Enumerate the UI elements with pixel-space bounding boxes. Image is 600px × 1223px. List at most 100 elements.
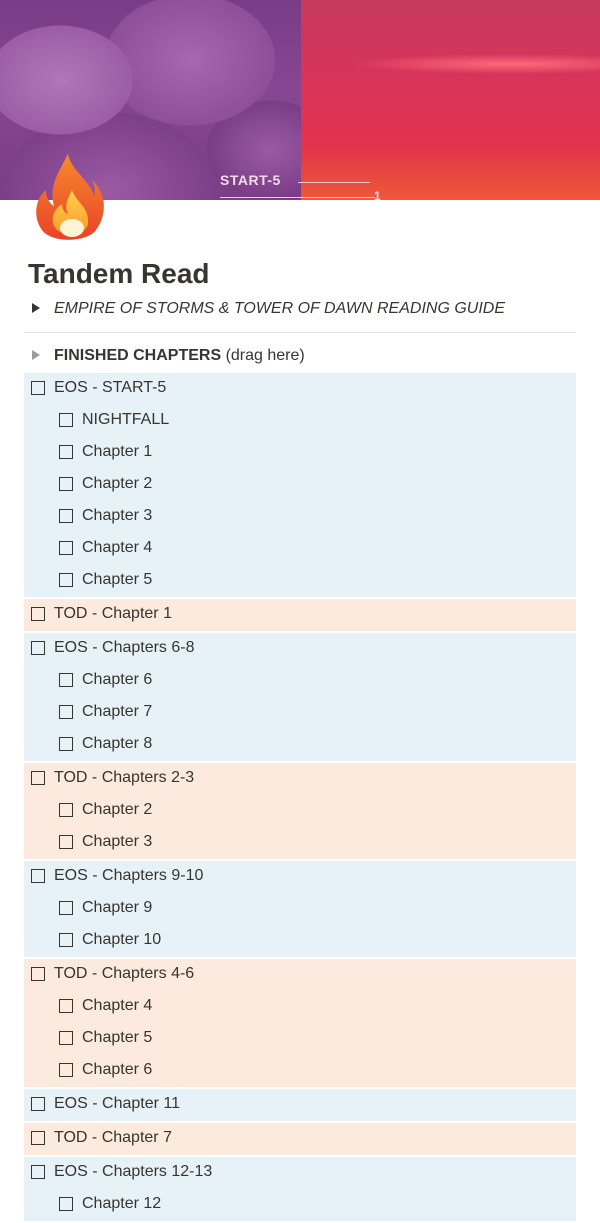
tod-reading-block: TOD - Chapters 4-6 Chapter 4 Chapter 5 Chap… <box>24 959 576 1087</box>
chapter-todo-item: Chapter 3 <box>24 827 576 859</box>
eos-reading-block: EOS - Chapters 12-13 Chapter 12 <box>24 1157 576 1221</box>
group-todo-item: EOS - Chapters 6-8 <box>24 633 576 665</box>
group-todo-item: EOS - START-5 <box>24 373 576 405</box>
group-title[interactable]: EOS - Chapters 12-13 <box>54 1157 212 1187</box>
group-todo-item: TOD - Chapters 2-3 <box>24 763 576 795</box>
group-todo-item: EOS - Chapters 12-13 <box>24 1157 576 1189</box>
checkbox[interactable] <box>59 835 73 849</box>
chapter-label[interactable]: NIGHTFALL <box>82 405 169 435</box>
cover-number: 1 <box>374 189 381 200</box>
group-title[interactable]: EOS - Chapter 11 <box>54 1089 180 1119</box>
checkbox[interactable] <box>31 869 45 883</box>
chapter-todo-item: Chapter 12 <box>24 1189 576 1221</box>
toggle-label: EMPIRE OF STORMS & TOWER OF DAWN READING… <box>54 300 506 317</box>
eos-reading-block: EOS - Chapters 6-8 Chapter 6 Chapter 7 Chap… <box>24 633 576 761</box>
chapter-todo-item: Chapter 2 <box>24 469 576 501</box>
checkbox[interactable] <box>59 705 73 719</box>
checkbox[interactable] <box>59 477 73 491</box>
group-title[interactable]: TOD - Chapter 1 <box>54 599 172 629</box>
tod-reading-block: TOD - Chapters 2-3 Chapter 2 Chapter 3 <box>24 763 576 859</box>
checkbox[interactable] <box>31 381 45 395</box>
chapter-todo-item: Chapter 6 <box>24 1055 576 1087</box>
eos-reading-block: EOS - Chapters 9-10 Chapter 9 Chapter 10 <box>24 861 576 957</box>
checkbox[interactable] <box>59 413 73 427</box>
checkbox[interactable] <box>59 445 73 459</box>
checkbox[interactable] <box>59 737 73 751</box>
checkbox[interactable] <box>59 673 73 687</box>
chapter-todo-item: Chapter 7 <box>24 697 576 729</box>
checkbox[interactable] <box>59 803 73 817</box>
checkbox[interactable] <box>31 641 45 655</box>
chapter-label[interactable]: Chapter 3 <box>82 501 152 531</box>
reading-guide-toggle[interactable]: EMPIRE OF STORMS & TOWER OF DAWN READING… <box>24 295 576 323</box>
finished-chapters-toggle[interactable]: FINISHED CHAPTERS (drag here) <box>24 342 576 370</box>
group-title[interactable]: EOS - Chapters 6-8 <box>54 633 195 663</box>
chapter-label[interactable]: Chapter 12 <box>82 1189 161 1219</box>
group-todo-item: TOD - Chapter 1 <box>24 599 576 631</box>
chapter-todo-item: Chapter 2 <box>24 795 576 827</box>
group-todo-item: EOS - Chapter 11 <box>24 1089 576 1121</box>
checkbox[interactable] <box>59 573 73 587</box>
tod-reading-block: TOD - Chapter 7 <box>24 1123 576 1155</box>
chapter-label[interactable]: Chapter 9 <box>82 893 152 923</box>
cover-rule <box>220 197 375 198</box>
finished-label-hint: (drag here) <box>221 347 305 364</box>
eos-reading-block: EOS - Chapter 11 <box>24 1089 576 1121</box>
cover-caption: START-5 <box>220 172 281 188</box>
chapter-label[interactable]: Chapter 5 <box>82 565 152 595</box>
chapter-todo-item: Chapter 6 <box>24 665 576 697</box>
finished-label-bold: FINISHED CHAPTERS <box>54 347 222 364</box>
chapter-todo-item: NIGHTFALL <box>24 405 576 437</box>
group-title[interactable]: EOS - Chapters 9-10 <box>54 861 203 891</box>
chapter-label[interactable]: Chapter 2 <box>82 795 152 825</box>
chapter-todo-item: Chapter 4 <box>24 533 576 565</box>
chapter-label[interactable]: Chapter 8 <box>82 729 152 759</box>
divider <box>24 332 576 333</box>
eos-reading-block: EOS - START-5 NIGHTFALL Chapter 1 Chapter 2… <box>24 373 576 597</box>
chapter-todo-item: Chapter 5 <box>24 565 576 597</box>
group-title[interactable]: EOS - START-5 <box>54 373 166 403</box>
chapter-todo-item: Chapter 10 <box>24 925 576 957</box>
chapter-label[interactable]: Chapter 1 <box>82 437 152 467</box>
checkbox[interactable] <box>31 1165 45 1179</box>
checkbox[interactable] <box>59 999 73 1013</box>
chapter-todo-item: Chapter 9 <box>24 893 576 925</box>
chapter-label[interactable]: Chapter 3 <box>82 827 152 857</box>
checkbox[interactable] <box>31 1097 45 1111</box>
group-todo-item: EOS - Chapters 9-10 <box>24 861 576 893</box>
checkbox[interactable] <box>59 1197 73 1211</box>
checkbox[interactable] <box>59 1031 73 1045</box>
checkbox[interactable] <box>59 933 73 947</box>
toggle-arrow-icon[interactable] <box>32 350 40 360</box>
chapter-todo-item: Chapter 1 <box>24 437 576 469</box>
chapter-label[interactable]: Chapter 10 <box>82 925 161 955</box>
chapter-label[interactable]: Chapter 5 <box>82 1023 152 1053</box>
checkbox[interactable] <box>31 607 45 621</box>
chapter-label[interactable]: Chapter 6 <box>82 1055 152 1085</box>
chapter-label[interactable]: Chapter 4 <box>82 991 152 1021</box>
page-title[interactable]: Tandem Read <box>28 256 210 292</box>
checkbox[interactable] <box>31 771 45 785</box>
group-todo-item: TOD - Chapter 7 <box>24 1123 576 1155</box>
chapter-checklist: EOS - START-5 NIGHTFALL Chapter 1 Chapter 2… <box>24 373 576 1223</box>
group-title[interactable]: TOD - Chapters 4-6 <box>54 959 194 989</box>
fire-emoji-icon[interactable] <box>30 150 112 246</box>
chapter-label[interactable]: Chapter 7 <box>82 697 152 727</box>
group-title[interactable]: TOD - Chapters 2-3 <box>54 763 194 793</box>
cover-right-art <box>301 0 600 200</box>
chapter-todo-item: Chapter 3 <box>24 501 576 533</box>
chapter-label[interactable]: Chapter 4 <box>82 533 152 563</box>
checkbox[interactable] <box>31 967 45 981</box>
chapter-label[interactable]: Chapter 6 <box>82 665 152 695</box>
chapter-todo-item: Chapter 5 <box>24 1023 576 1055</box>
checkbox[interactable] <box>31 1131 45 1145</box>
chapter-todo-item: Chapter 4 <box>24 991 576 1023</box>
group-title[interactable]: TOD - Chapter 7 <box>54 1123 172 1153</box>
checkbox[interactable] <box>59 541 73 555</box>
toggle-arrow-icon[interactable] <box>32 303 40 313</box>
checkbox[interactable] <box>59 901 73 915</box>
checkbox[interactable] <box>59 509 73 523</box>
group-todo-item: TOD - Chapters 4-6 <box>24 959 576 991</box>
chapter-label[interactable]: Chapter 2 <box>82 469 152 499</box>
checkbox[interactable] <box>59 1063 73 1077</box>
